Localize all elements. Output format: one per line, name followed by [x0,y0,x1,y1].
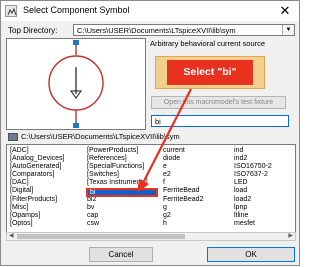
list-item[interactable]: g2 [163,212,203,220]
top-directory-value: C:\Users\USER\Documents\LTspiceXVII\lib\… [77,26,236,35]
list-item[interactable]: lpnp [234,204,272,212]
chevron-down-icon[interactable]: ▼ [282,25,294,35]
title-bar: Select Component Symbol ✕ [1,1,299,21]
list-item[interactable]: h [163,220,203,228]
list-item[interactable]: [Misc] [10,204,64,212]
list-item[interactable]: FerriteBead2 [163,196,203,204]
horizontal-scrollbar[interactable]: ◀ ▶ [6,232,296,241]
list-item[interactable]: [Analog_Devices] [10,155,64,163]
list-item[interactable]: f [163,179,203,187]
close-icon[interactable]: ✕ [277,3,293,19]
list-item[interactable]: mesfet [234,220,272,228]
current-path-bar: C:\Users\USER\Documents\LTspiceXVII\lib\… [6,131,296,143]
list-item[interactable]: ltline [234,212,272,220]
list-item[interactable]: [Texas Instruments] [87,179,148,187]
cancel-button[interactable]: Cancel [89,247,153,262]
list-item[interactable]: diode [163,155,203,163]
list-column-3: current diode e e2 f FerriteBead Ferrite… [163,147,203,228]
scroll-right-icon[interactable]: ▶ [288,232,293,239]
window-title: Select Component Symbol [23,5,130,15]
search-value: bi [155,117,161,126]
list-item[interactable]: e2 [163,171,203,179]
list-item[interactable]: current [163,147,203,155]
list-item[interactable]: load [234,187,272,195]
list-item[interactable]: [Optos] [10,220,64,228]
list-item[interactable]: [Digital] [10,187,64,195]
symbol-search-input[interactable]: bi [151,115,289,127]
symbol-preview [6,38,146,130]
list-item[interactable]: e [163,163,203,171]
list-item[interactable]: [SpecialFunctions] [87,163,148,171]
top-directory-label: Top Directory: [8,26,58,35]
list-item[interactable]: bv [87,204,148,212]
app-icon [5,5,17,17]
list-item[interactable]: [Comparators] [10,171,64,179]
ok-button[interactable]: OK [207,247,295,262]
list-item[interactable]: [PowerProducts] [87,147,148,155]
scrollbar-thumb[interactable] [17,234,185,239]
list-item-selected[interactable]: bi [86,188,158,197]
list-item[interactable]: [FilterProducts] [10,196,64,204]
list-item[interactable]: ISO16750-2 [234,163,272,171]
selected-item-label: bi [90,189,96,196]
list-item[interactable]: LED [234,179,272,187]
list-item[interactable]: FerriteBead [163,187,203,195]
folder-icon [8,133,18,141]
list-item[interactable]: [ADC] [10,147,64,155]
select-component-symbol-dialog: Select Component Symbol ✕ Top Directory:… [0,0,300,266]
top-directory-dropdown[interactable]: C:\Users\USER\Documents\LTspiceXVII\lib\… [73,24,295,36]
list-item[interactable]: ISO7637-2 [234,171,272,179]
list-item[interactable]: load2 [234,196,272,204]
list-item[interactable]: [DAC] [10,179,64,187]
symbol-description: Arbitrary behavioral current source [150,39,266,48]
scroll-left-icon[interactable]: ◀ [9,232,14,239]
symbol-listbox[interactable]: [ADC] [Analog_Devices] [AutoGenerated] [… [6,144,296,240]
current-source-symbol [48,40,104,128]
list-item[interactable]: [References] [87,155,148,163]
annotation-callout-text: Select "bi" [167,60,253,85]
list-item[interactable]: ind2 [234,155,272,163]
list-column-4: ind ind2 ISO16750-2 ISO7637-2 LED load l… [234,147,272,228]
open-test-fixture-button[interactable]: Open this macromodel's test fixture [151,96,286,109]
list-item[interactable]: csw [87,220,148,228]
list-item[interactable]: [AutoGenerated] [10,163,64,171]
list-item[interactable]: g [163,204,203,212]
list-column-1: [ADC] [Analog_Devices] [AutoGenerated] [… [10,147,64,228]
list-item[interactable]: [Opamps] [10,212,64,220]
current-path-text: C:\Users\USER\Documents\LTspiceXVII\lib\… [21,132,180,141]
list-item[interactable]: cap [87,212,148,220]
list-item[interactable]: [Switches] [87,171,148,179]
list-item[interactable]: ind [234,147,272,155]
